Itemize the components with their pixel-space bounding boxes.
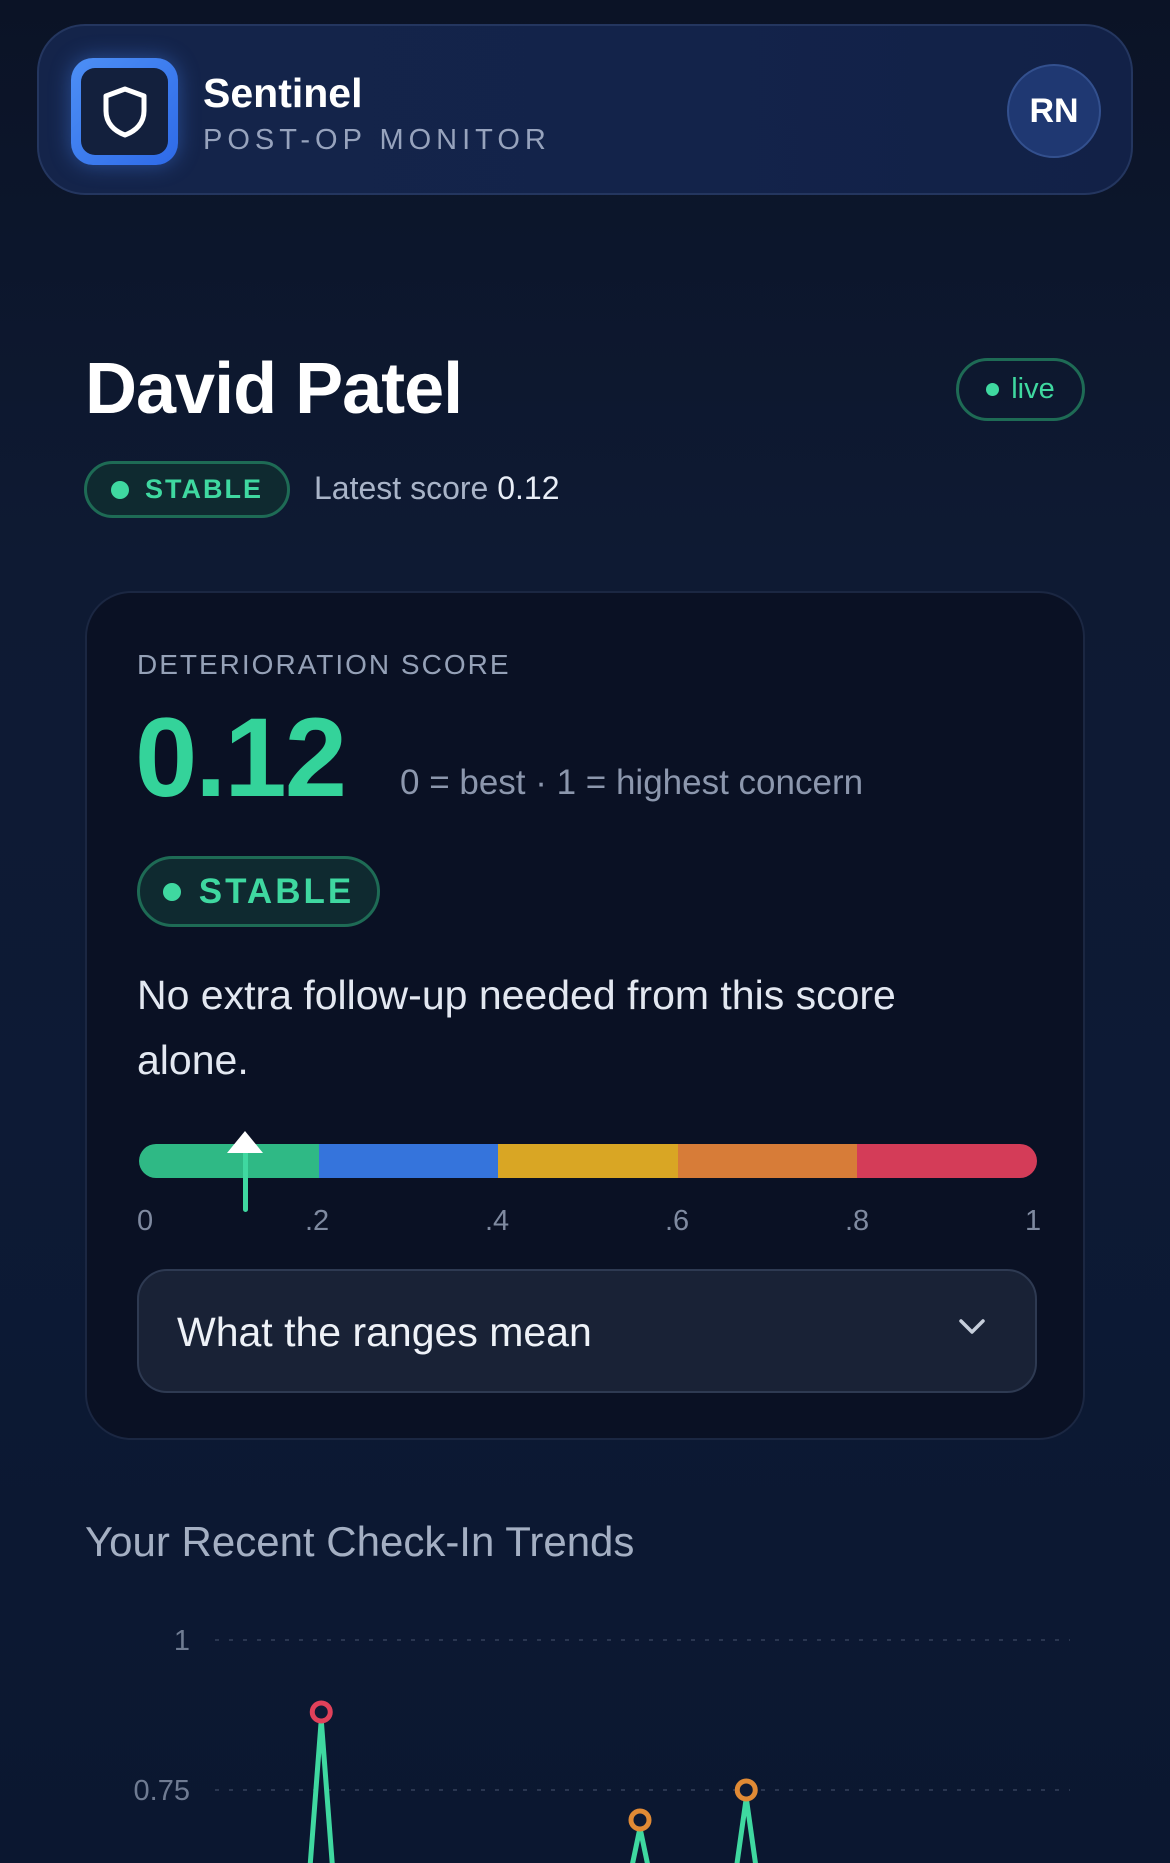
range-tick-label: .8 — [845, 1205, 870, 1237]
score-status-label: STABLE — [198, 871, 355, 911]
status-badge: STABLE — [84, 461, 290, 518]
chart-series-line — [734, 1795, 758, 1863]
chart-data-point[interactable] — [734, 1778, 758, 1802]
chevron-down-icon — [959, 1319, 985, 1334]
range-tick-label: .2 — [305, 1205, 330, 1237]
score-marker-triangle-icon — [227, 1131, 263, 1153]
shield-icon — [103, 86, 146, 137]
trends-title: Your Recent Check-In Trends — [85, 1518, 635, 1565]
score-message: No extra follow-up needed from this scor… — [137, 972, 896, 1083]
score-scale-note: 0 = best · 1 = highest concern — [400, 763, 864, 802]
latest-score: Latest score 0.12 — [314, 470, 559, 507]
score-card: DETERIORATION SCORE 0.12 0 = best · 1 = … — [85, 591, 1085, 1440]
latest-score-label: Latest score — [314, 470, 489, 506]
chart-y-tick-label: 0.75 — [134, 1775, 190, 1807]
ranges-accordion[interactable]: What the ranges mean — [137, 1269, 1037, 1393]
live-badge: live — [956, 358, 1085, 421]
range-segment — [677, 1144, 858, 1178]
chart-y-tick-label: 1 — [174, 1625, 190, 1657]
status-label: STABLE — [145, 474, 263, 504]
range-tick-label: .6 — [665, 1205, 690, 1237]
range-tick-label: .4 — [485, 1205, 510, 1237]
live-dot-icon — [986, 383, 1000, 396]
score-card-label: DETERIORATION SCORE — [137, 649, 511, 680]
range-tick-label: 0 — [137, 1205, 154, 1237]
brand-subtitle: POST-OP MONITOR — [203, 124, 551, 156]
user-avatar[interactable]: RN — [1007, 64, 1101, 158]
score-status-badge: STABLE — [137, 856, 380, 927]
score-status-dot-icon — [162, 882, 181, 901]
status-dot-icon — [111, 480, 129, 499]
latest-score-value: 0.12 — [497, 470, 560, 506]
range-tick-label: 1 — [1025, 1205, 1042, 1237]
trend-chart: 10.75 — [134, 1625, 1070, 1863]
accordion-label: What the ranges mean — [177, 1309, 592, 1355]
score-value: 0.12 — [135, 695, 347, 820]
range-segment — [498, 1144, 678, 1178]
chart-data-point[interactable] — [628, 1808, 652, 1832]
chart-series-line — [307, 1717, 335, 1863]
range-segment — [318, 1144, 499, 1178]
app-header: Sentinel POST-OP MONITOR RN — [37, 24, 1133, 195]
range-segment — [857, 1144, 1037, 1178]
live-label: live — [1011, 373, 1055, 405]
patient-name: David Patel — [85, 349, 463, 429]
chart-series-line — [630, 1825, 650, 1863]
chart-data-point[interactable] — [309, 1700, 333, 1724]
brand-name: Sentinel — [203, 70, 363, 116]
app-logo — [71, 58, 178, 165]
score-range-bar — [137, 1142, 1039, 1180]
